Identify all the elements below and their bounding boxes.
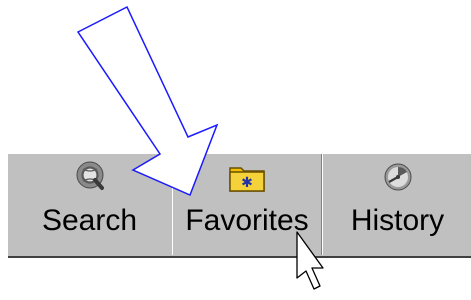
explorer-bar-toolbar: Search ✱ Favorites History <box>8 154 471 256</box>
tab-history-label: History <box>350 204 445 237</box>
explorer-bar-content-pane[interactable] <box>8 256 471 300</box>
tab-search[interactable]: Search <box>8 154 171 255</box>
tab-favorites-label: Favorites <box>185 204 309 237</box>
svg-text:✱: ✱ <box>241 175 253 191</box>
search-globe-icon <box>70 160 110 199</box>
tab-history[interactable]: History <box>322 154 471 255</box>
history-clock-icon <box>378 160 418 199</box>
tab-search-label: Search <box>41 204 138 237</box>
tab-favorites[interactable]: ✱ Favorites <box>172 154 322 255</box>
favorites-folder-icon: ✱ <box>227 160 267 199</box>
